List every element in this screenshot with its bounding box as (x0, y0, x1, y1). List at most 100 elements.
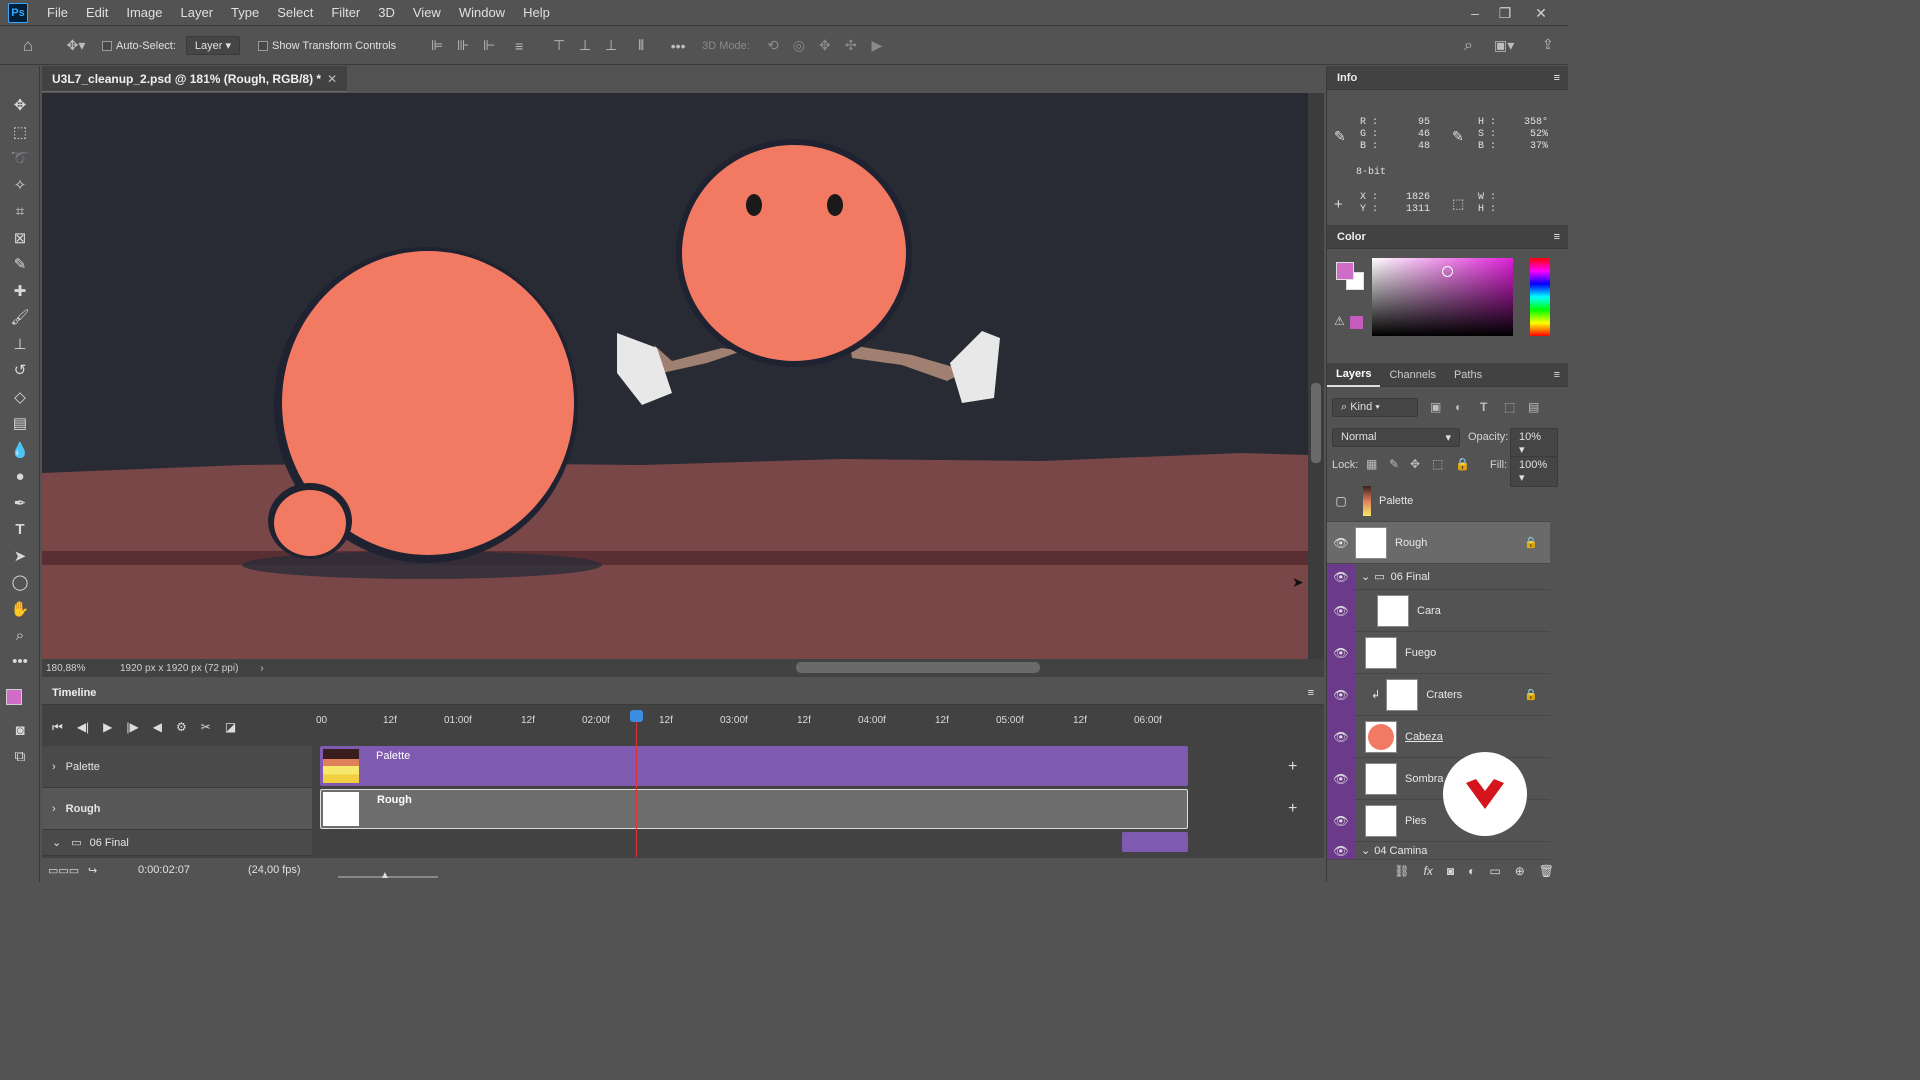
distribute-vertical-icon[interactable]: ⦀ (624, 37, 658, 54)
align-middle-icon[interactable]: ⊥ (572, 37, 598, 54)
zoom-slider-thumb[interactable]: ▲ (380, 870, 390, 881)
eyedropper-icon[interactable]: ✎ (0, 251, 40, 278)
lock-transparent-icon[interactable]: ▦ (1366, 457, 1377, 471)
layer-fuego[interactable]: 👁 Fuego (1327, 631, 1550, 674)
blend-mode-dropdown[interactable]: Normal ▾ (1332, 428, 1460, 447)
layer-craters[interactable]: 👁 ↲ Craters 🔒 (1327, 673, 1550, 716)
opacity-input[interactable]: 10% ▾ (1510, 428, 1558, 459)
stamp-tool-icon[interactable]: ⊥ (0, 331, 40, 358)
filter-adjustment-icon[interactable]: ◐ (1455, 400, 1462, 414)
menu-view[interactable]: View (404, 0, 450, 26)
frame-tool-icon[interactable]: ⊠ (0, 225, 40, 252)
move-tool-icon[interactable]: ✥▾ (56, 37, 96, 54)
add-media-icon[interactable]: + (1288, 800, 1297, 818)
next-frame-icon[interactable]: |▶ (126, 720, 138, 734)
collapse-icon[interactable]: ⌄ (1361, 844, 1370, 857)
menu-edit[interactable]: Edit (77, 0, 117, 26)
timeline-menu-icon[interactable]: ≡ (1308, 687, 1314, 699)
eye-icon[interactable]: 👁 (1327, 522, 1355, 564)
layer-rough[interactable]: 👁 Rough 🔒 (1327, 522, 1550, 564)
layer-cabeza[interactable]: 👁 Cabeza (1327, 715, 1550, 758)
menu-file[interactable]: File (38, 0, 77, 26)
menu-window[interactable]: Window (450, 0, 514, 26)
type-tool-icon[interactable]: T (0, 516, 40, 543)
status-arrow-icon[interactable]: › (260, 663, 263, 674)
lock-pixels-icon[interactable]: ✎ (1389, 457, 1399, 471)
collapse-icon[interactable]: ⌄ (52, 836, 61, 849)
canvas[interactable] (42, 93, 1308, 659)
layer-group-04-camina[interactable]: 👁 ⌄ 04 Camina (1327, 842, 1550, 860)
align-top-icon[interactable]: ⊤ (546, 37, 572, 54)
path-select-icon[interactable]: ➤ (0, 543, 40, 570)
expand-icon[interactable]: › (52, 803, 56, 815)
layer-group-06-final[interactable]: 👁 ⌄ ▭ 06 Final (1327, 563, 1550, 590)
roll-3d-icon[interactable]: ◎ (786, 37, 812, 54)
add-mask-icon[interactable]: ◙ (1447, 864, 1454, 878)
show-transform-checkbox[interactable]: Show Transform Controls (258, 40, 396, 52)
settings-icon[interactable]: ⚙ (176, 720, 187, 734)
eye-icon[interactable]: 👁 (1327, 799, 1355, 842)
search-icon[interactable]: ⌕ (1464, 37, 1473, 55)
quick-mask-icon[interactable]: ◙ (0, 717, 40, 744)
panel-menu-icon[interactable]: ≡ (1554, 231, 1560, 243)
history-brush-icon[interactable]: ↺ (0, 357, 40, 384)
eye-icon[interactable]: 👁 (1327, 715, 1355, 758)
menu-filter[interactable]: Filter (322, 0, 369, 26)
more-options-icon[interactable]: ••• (658, 38, 698, 54)
filter-pixel-icon[interactable]: ▣ (1430, 400, 1441, 414)
eye-icon[interactable]: 👁 (1327, 757, 1355, 800)
track-palette[interactable]: › Palette (42, 746, 312, 788)
distribute-icon[interactable]: ≡ (502, 38, 536, 54)
audio-icon[interactable]: ◀ (153, 720, 162, 734)
panel-menu-icon[interactable]: ≡ (1554, 72, 1560, 84)
track-06-final[interactable]: ⌄ ▭ 06 Final (42, 830, 312, 856)
video-3d-icon[interactable]: ▶ (864, 37, 890, 54)
foreground-color[interactable] (1336, 262, 1354, 280)
gradient-tool-icon[interactable]: ▤ (0, 410, 40, 437)
panel-menu-icon[interactable]: ≡ (1554, 369, 1560, 381)
color-swatches[interactable] (0, 675, 39, 717)
restore-icon[interactable]: ❐ (1488, 0, 1522, 26)
layer-cara[interactable]: 👁 Cara (1327, 589, 1550, 632)
new-layer-icon[interactable]: ⊕ (1515, 864, 1525, 878)
color-picker-ring[interactable] (1442, 266, 1453, 277)
auto-select-checkbox[interactable]: Auto-Select: (102, 40, 176, 52)
vertical-scroll-thumb[interactable] (1311, 383, 1321, 463)
lock-position-icon[interactable]: ✥ (1410, 457, 1420, 471)
slide-3d-icon[interactable]: ✣ (838, 37, 864, 54)
hue-slider[interactable] (1530, 258, 1550, 336)
pen-tool-icon[interactable]: ✒ (0, 490, 40, 517)
minimize-icon[interactable]: – (1458, 0, 1492, 26)
filter-shape-icon[interactable]: ⬚ (1504, 400, 1515, 414)
auto-select-box[interactable] (102, 40, 112, 51)
clip-06-final[interactable] (1122, 832, 1188, 852)
tab-channels[interactable]: Channels (1380, 369, 1444, 381)
menu-select[interactable]: Select (268, 0, 322, 26)
play-icon[interactable]: ▶ (103, 720, 112, 734)
menu-type[interactable]: Type (222, 0, 268, 26)
eye-icon[interactable]: 👁 (1327, 673, 1355, 716)
collapse-icon[interactable]: ⌄ (1361, 570, 1370, 583)
transition-icon[interactable]: ◪ (225, 720, 236, 734)
healing-brush-icon[interactable]: ✚ (0, 278, 40, 305)
vertical-scrollbar[interactable] (1308, 93, 1324, 659)
zoom-level[interactable]: 180,88% (46, 663, 120, 674)
menu-image[interactable]: Image (117, 0, 171, 26)
adjustment-layer-icon[interactable]: ◐ (1468, 864, 1475, 878)
convert-frames-icon[interactable]: ▭▭▭ (48, 864, 88, 877)
pan-3d-icon[interactable]: ✥ (812, 37, 838, 54)
menu-3d[interactable]: 3D (369, 0, 404, 26)
align-left-icon[interactable]: ⊫ (424, 37, 450, 54)
ellipse-tool-icon[interactable]: ◯ (0, 569, 40, 596)
new-group-icon[interactable]: ▭ (1489, 864, 1500, 878)
align-center-icon[interactable]: ⊪ (450, 37, 476, 54)
visibility-toggle-off[interactable]: ▢ (1327, 480, 1355, 522)
eye-icon[interactable]: 👁 (1327, 563, 1355, 590)
close-icon[interactable]: ✕ (1524, 0, 1558, 26)
track-rough[interactable]: › Rough (42, 788, 312, 830)
playhead[interactable] (636, 712, 637, 857)
tab-layers[interactable]: Layers (1327, 363, 1381, 387)
color-field[interactable] (1372, 258, 1513, 336)
eraser-tool-icon[interactable]: ◇ (0, 384, 40, 411)
close-tab-icon[interactable]: ✕ (327, 72, 337, 86)
